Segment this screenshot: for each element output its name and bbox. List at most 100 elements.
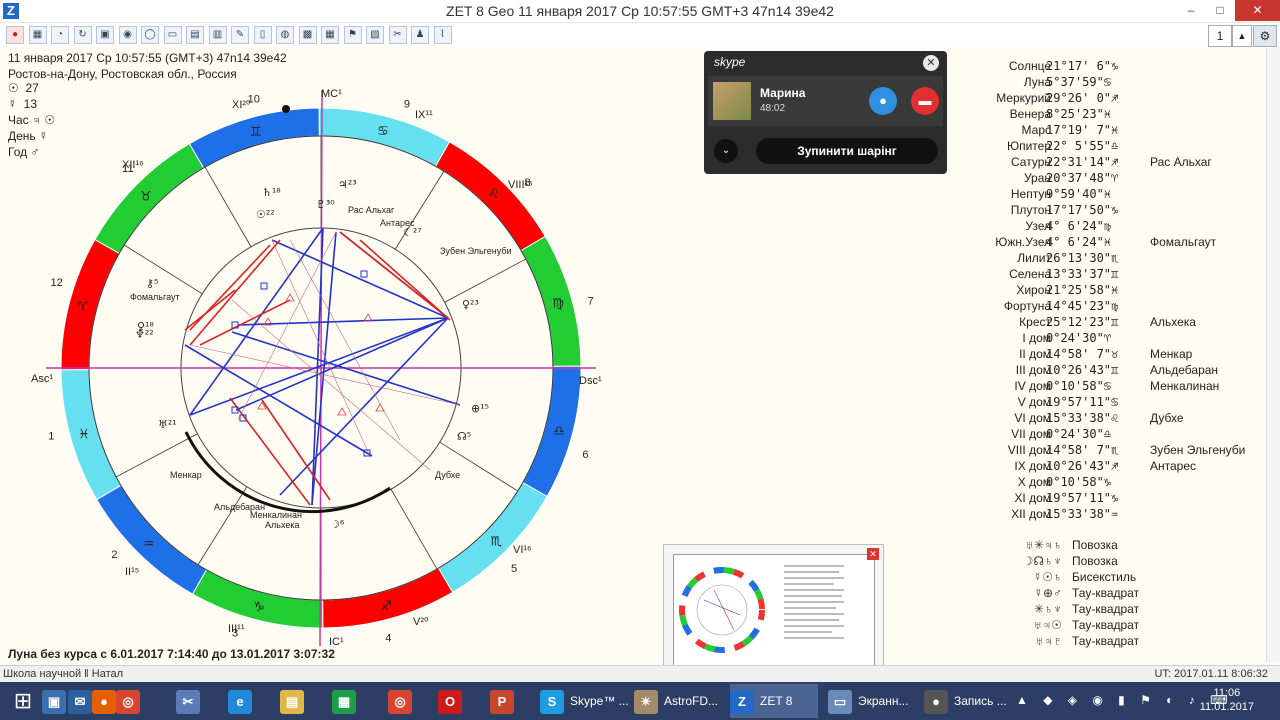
screen-preview-thumbnail[interactable]: ✕ <box>663 544 884 676</box>
window-icon[interactable]: ▭ <box>163 26 182 44</box>
star-label: Дубхе <box>435 470 460 480</box>
stop-sharing-button[interactable]: Зупинити шарінг <box>756 138 938 164</box>
microphone-icon[interactable]: ● <box>869 87 897 115</box>
house-number: 4 <box>385 633 391 645</box>
taskbar-item-screen[interactable]: ▭ Экранн... <box>828 684 920 718</box>
page-stepper[interactable]: ▲ <box>1232 25 1252 47</box>
planet-name: II дом <box>1019 347 1051 361</box>
signal-icon[interactable]: ⌇ <box>433 26 452 44</box>
house-roman-label: VIII¹⁵ <box>508 179 533 191</box>
vertical-scrollbar[interactable] <box>1266 48 1280 662</box>
natal-chart-wheel[interactable]: ♈♉♊ ♋♌♍♎♏♐♑♒♓123 456789101112Asc¹ Dsc¹MC¹IC… <box>0 80 640 650</box>
house-number: 2 <box>111 549 117 561</box>
aspect-glyphs: ♅✳♃♄ <box>1024 538 1062 552</box>
aspect-row[interactable]: ☿⊕♂ Тау-квадрат <box>1012 585 1139 601</box>
taskbar-item-folder[interactable]: ▤ <box>280 684 320 718</box>
toolbar: ● ▦ ◔ ↻ ▣ ◉ ◯ ▭ ▤ ▥ ✎ ▯ ◍ ▩ ▦ ⚑ ▧ ✂ ♟ ⌇ <box>0 23 1280 47</box>
calendar-icon[interactable]: ▦ <box>321 26 339 44</box>
taskbar-item-firefox[interactable]: ● <box>92 684 116 718</box>
aspect-glyphs: ☽☊♄♆ <box>1022 554 1062 568</box>
planet-degree: 22° 5'55"♎ <box>1046 139 1119 153</box>
document-icon[interactable]: ▤ <box>186 26 204 44</box>
preview-close-icon[interactable]: ✕ <box>867 548 879 560</box>
layout-icon[interactable]: ▣ <box>96 26 114 44</box>
chart-icon[interactable]: ◔ <box>51 26 69 44</box>
clock[interactable]: 11:06 11.01.2017 <box>1200 686 1254 714</box>
taskbar-item-chrome[interactable]: ◎ <box>116 684 140 718</box>
brain-icon[interactable]: ◍ <box>276 26 294 44</box>
planet-name: XI дом <box>1014 491 1051 505</box>
page-number-field[interactable]: 1 <box>1208 25 1232 47</box>
taskbar-item-monitor[interactable]: ▣ <box>42 684 66 718</box>
planet-degree: 13°33'37"♊ <box>1046 267 1119 281</box>
book-icon[interactable]: ▯ <box>253 26 272 44</box>
hangup-icon[interactable]: ▬ <box>911 87 939 115</box>
refresh-icon[interactable]: ↻ <box>73 26 92 44</box>
planet-degree: 0°10'58"♋ <box>1046 379 1112 393</box>
flag-icon[interactable]: ⚑ <box>343 26 362 44</box>
scroll-icon[interactable]: ▥ <box>208 26 227 44</box>
planet-degree: 4° 6'24"♍ <box>1046 219 1112 233</box>
marker-icon[interactable]: ✎ <box>231 26 249 44</box>
planet-glyph: ♃²³ <box>338 178 357 191</box>
minimize-button[interactable]: – <box>1177 0 1205 21</box>
taskbar-item-astro[interactable]: ✴ AstroFD... <box>634 684 726 718</box>
mc-marker-dot <box>282 105 290 113</box>
stop-icon[interactable]: ● <box>6 26 24 44</box>
skype-close-button[interactable]: ✕ <box>923 55 939 71</box>
eye-icon[interactable]: ◉ <box>118 26 137 44</box>
grid-icon[interactable]: ▦ <box>28 26 47 44</box>
planet-degree: 15°33'38"♌ <box>1046 411 1119 425</box>
figure-icon[interactable]: ♟ <box>411 26 429 44</box>
aspect-label: Повозка <box>1072 554 1118 568</box>
settings-gear-icon[interactable]: ⚙ <box>1253 25 1277 47</box>
planet-degree: 5°37'59"♋ <box>1046 75 1112 89</box>
planet-glyph: ♅²¹ <box>158 418 177 431</box>
taskbar-item-powerpoint[interactable]: P <box>490 684 530 718</box>
aspect-row[interactable]: ♅♃♇ Тау-квадрат <box>1012 633 1139 649</box>
mail-icon: ✉ <box>68 689 92 714</box>
pages-icon[interactable]: ▧ <box>366 26 384 44</box>
planet-name: IX дом <box>1014 459 1051 473</box>
zodiac-sign-glyph: ♉ <box>140 189 152 204</box>
scissors-icon[interactable]: ✂ <box>388 26 407 44</box>
house-roman-label: XII¹⁶ <box>122 159 144 171</box>
planet-name: VII дом <box>1011 427 1051 441</box>
fixed-star: Менкар <box>1150 347 1193 361</box>
skype-icon: S <box>540 689 564 714</box>
image-icon[interactable]: ▩ <box>298 26 317 44</box>
taskbar-item-record[interactable]: ● Запись ... <box>924 684 1016 718</box>
chrome-icon-2: ◎ <box>388 689 412 714</box>
aspect-row[interactable]: ☽☊♄♆ Повозка <box>1012 553 1139 569</box>
aspect-configurations-list: ♅✳♃♄ Повозка ☽☊♄♆ Повозка ☿☉♄ Бисекстиль ☿⊕♂ Та… <box>1012 537 1140 649</box>
house-number: 5 <box>511 563 517 575</box>
star-label: Менкалинан <box>250 510 302 520</box>
planet-degree: 8°25'23"♓ <box>1046 107 1112 121</box>
taskbar-item-snipping[interactable]: ✂ <box>176 684 216 718</box>
record-icon: ● <box>924 689 948 714</box>
taskbar-item-opera[interactable]: O <box>438 684 478 718</box>
aspect-row[interactable]: ♅♃☉ Тау-квадрат <box>1012 617 1139 633</box>
taskbar-item-mail[interactable]: ✉ <box>68 684 92 718</box>
aspect-glyphs: ☿⊕♂ <box>1033 586 1062 600</box>
start-button[interactable]: ⊞ <box>8 684 38 718</box>
aspect-row[interactable]: ♅✳♃♄ Повозка <box>1012 537 1139 553</box>
taskbar-item-store[interactable]: ▦ <box>332 684 372 718</box>
chevron-down-icon[interactable]: ⌄ <box>714 139 738 163</box>
aspect-row[interactable]: ✳♄♆ Тау-квадрат <box>1012 601 1139 617</box>
angle-label: Dsc¹ <box>579 375 602 387</box>
fixed-star: Рас Альхаг <box>1150 155 1212 169</box>
taskbar-item-skype[interactable]: S Skype™ ... <box>540 684 632 718</box>
taskbar-item-chrome-2[interactable]: ◎ <box>388 684 428 718</box>
planet-name: Венера <box>1009 107 1051 121</box>
aspect-row[interactable]: ☿☉♄ Бисекстиль <box>1012 569 1139 585</box>
chart-header: 11 января 2017 Ср 10:57:55 (GMT+3) 47n14… <box>8 50 287 82</box>
avatar <box>713 82 751 120</box>
planet-degree: 0°24'30"♈ <box>1046 331 1112 345</box>
planet-name: Хирон <box>1016 283 1051 297</box>
taskbar-item-ie[interactable]: e <box>228 684 268 718</box>
close-button[interactable]: ✕ <box>1235 0 1280 21</box>
taskbar-item-zet[interactable]: Z ZET 8 <box>730 684 818 718</box>
maximize-button[interactable]: □ <box>1206 0 1234 21</box>
ring-icon[interactable]: ◯ <box>141 26 159 44</box>
